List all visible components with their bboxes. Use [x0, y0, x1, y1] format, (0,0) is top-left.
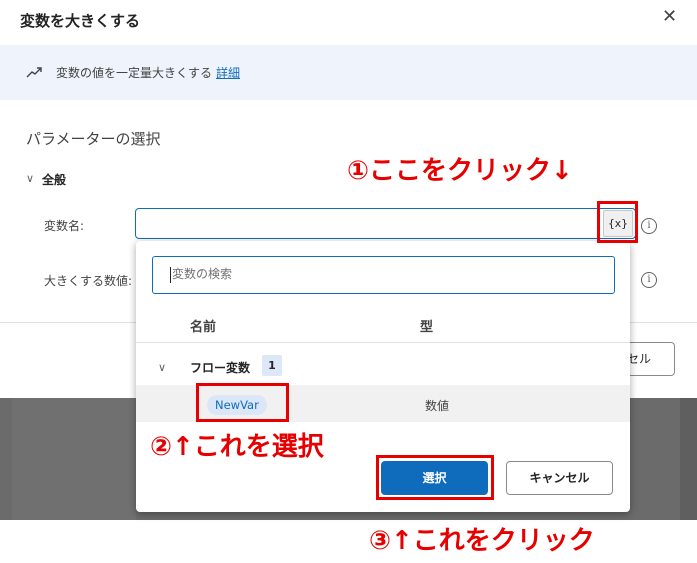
chevron-down-icon[interactable]: ∨ [158, 361, 166, 374]
info-icon[interactable]: i [641, 272, 657, 288]
info-icon[interactable]: i [641, 218, 657, 234]
annotation-step-3: ③↑これをクリック [369, 526, 595, 556]
header-divider [136, 342, 630, 343]
section-general[interactable]: 全般 [42, 171, 66, 188]
search-placeholder: 変数の検索 [172, 267, 233, 281]
text-cursor [170, 267, 171, 283]
variable-name-label: 変数名: [44, 219, 85, 233]
variable-name-input[interactable] [135, 208, 636, 239]
details-link[interactable]: 詳細 [216, 66, 240, 80]
annotation-box-select [376, 455, 494, 500]
column-header-type: 型 [420, 320, 434, 335]
annotation-box-picker [597, 201, 638, 243]
parameter-heading: パラメーターの選択 [26, 130, 161, 148]
backdrop-panel [12, 398, 136, 520]
info-description: 変数の値を一定量大きくする 詳細 [56, 64, 240, 81]
divider [0, 322, 140, 323]
chevron-down-icon[interactable]: ∨ [26, 172, 34, 185]
group-count-badge: 1 [262, 355, 282, 376]
info-text: 変数の値を一定量大きくする [56, 66, 213, 80]
annotation-box-variable [196, 383, 289, 422]
divider [630, 322, 697, 323]
dialog-title: 変数を大きくする [20, 12, 141, 30]
trend-up-icon [26, 67, 42, 78]
group-flow-variables[interactable]: フロー変数 [190, 359, 250, 376]
annotation-step-1: ①ここをクリック↓ [347, 156, 573, 186]
increase-amount-label: 大きくする数値: [44, 274, 133, 288]
variable-type: 数値 [425, 399, 450, 413]
close-icon[interactable]: ✕ [662, 8, 677, 26]
annotation-step-2: ②↑これを選択 [150, 432, 324, 462]
cancel-button[interactable]: キャンセル [506, 461, 613, 495]
column-header-name: 名前 [190, 320, 217, 335]
backdrop-edge [680, 398, 697, 520]
